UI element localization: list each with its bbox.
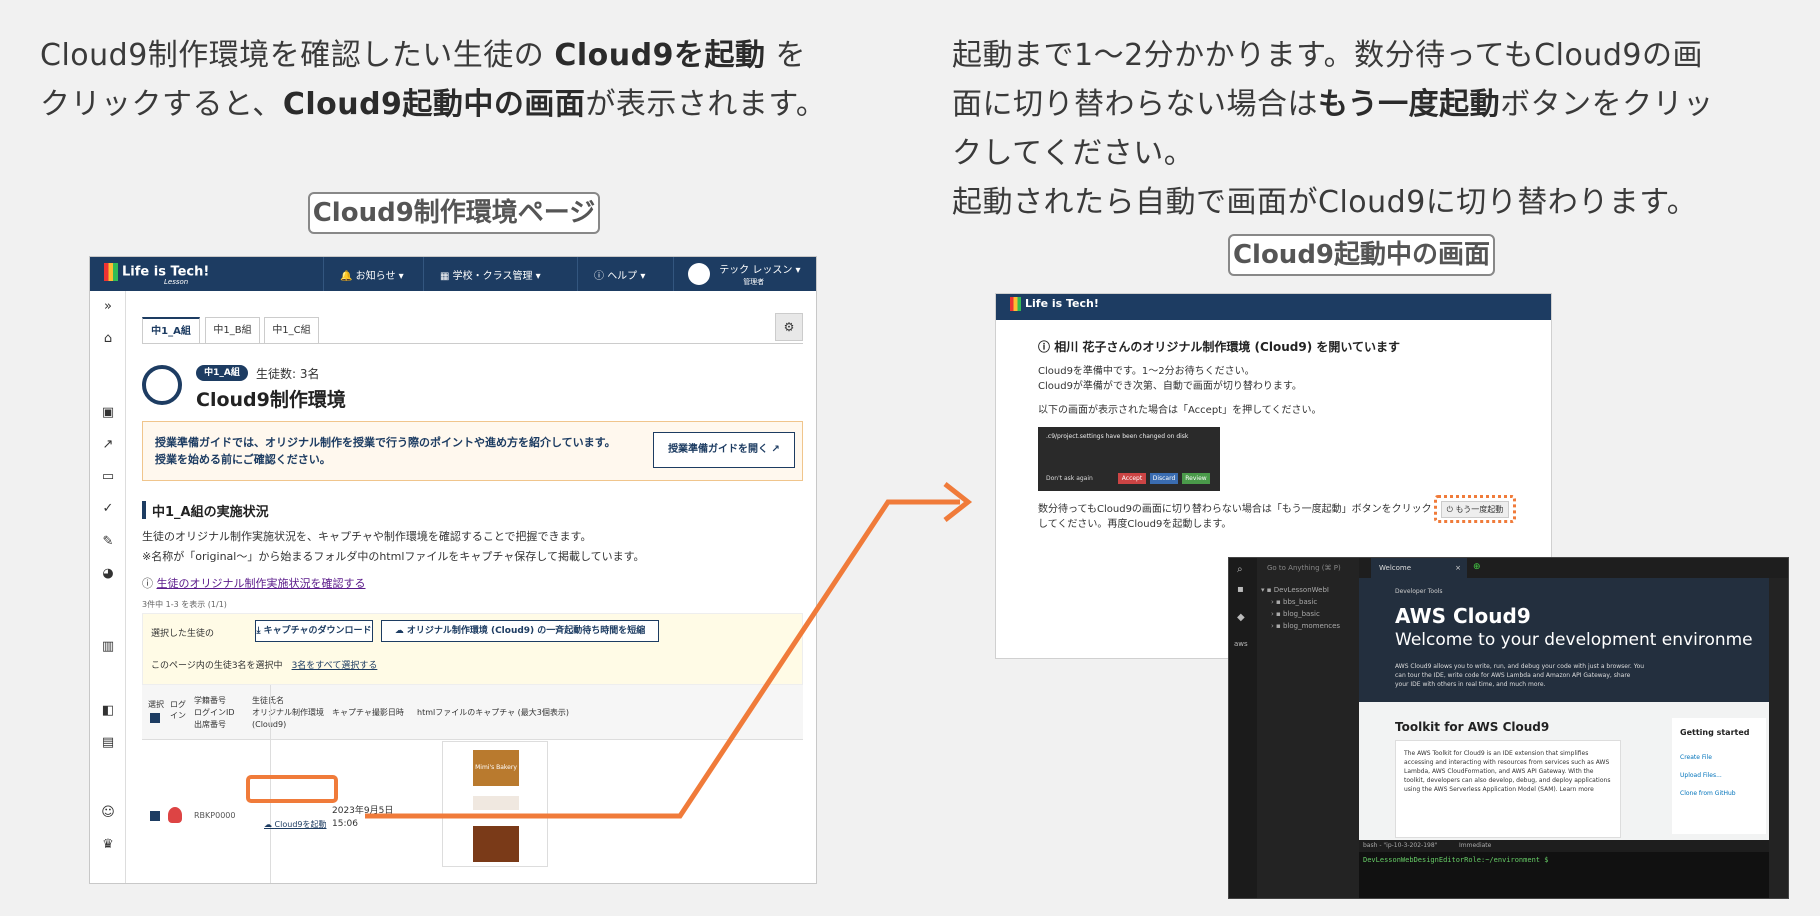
terminal-tabbar: bash - "ip-10-3-202-198" Immediate [1359, 840, 1769, 852]
tab-immediate[interactable]: Immediate [1459, 842, 1491, 849]
goto-search[interactable]: Go to Anything (⌘ P) [1267, 564, 1341, 572]
folder-root[interactable]: ▾ ▪ DevLessonWebI [1261, 586, 1329, 594]
ide-sidebar: ⌕ ▪ ◆ aws [1229, 558, 1257, 898]
toolkit-title: Toolkit for AWS Cloud9 [1395, 720, 1550, 734]
git-icon[interactable]: ◆ [1237, 612, 1245, 623]
aws-subtitle: Welcome to your development environme [1395, 630, 1753, 650]
clone-github-link[interactable]: Clone from GitHub [1680, 790, 1736, 797]
settings-dialog-image: .c9/project.settings have been changed o… [1038, 427, 1220, 491]
top-nav: Life is Tech! [996, 294, 1551, 320]
launch-heading: ⓘ 相川 花子さんのオリジナル制作環境 (Cloud9) を開いています [1038, 340, 1400, 354]
tab-welcome[interactable]: Welcome × [1371, 558, 1467, 578]
aws-cloud9-screenshot: ⌕ ▪ ◆ aws Go to Anything (⌘ P) ▾ ▪ DevLe… [1228, 557, 1789, 899]
editor-tabbar: Welcome × ⊕ [1359, 558, 1788, 578]
highlight-relaunch [1434, 495, 1516, 523]
tab-bash[interactable]: bash - "ip-10-3-202-198" [1363, 842, 1437, 849]
launch-text: Cloud9を準備中です。1〜2分お待ちください。 Cloud9が準備ができ次第… [1038, 366, 1322, 416]
create-file-link[interactable]: Create File [1680, 754, 1712, 761]
search-icon[interactable]: ⌕ [1237, 564, 1243, 575]
folder-icon[interactable]: ▪ [1237, 584, 1244, 595]
upload-files-link[interactable]: Upload Files... [1680, 772, 1722, 779]
info-icon: ⓘ [1038, 340, 1051, 354]
folder-item[interactable]: › ▪ blog_basic [1271, 610, 1320, 618]
toolkit-card: The AWS Toolkit for Cloud9 is an IDE ext… [1395, 740, 1621, 838]
aws-title: AWS Cloud9 [1395, 604, 1531, 628]
logo: Life is Tech! [1010, 297, 1099, 311]
add-tab-icon[interactable]: ⊕ [1473, 562, 1481, 572]
retry-text: 数分待ってもCloud9の画面に切り替わらない場合は「もう一度起動」ボタンをクリ… [1038, 504, 1432, 530]
getting-started-panel: Getting started Create File Upload Files… [1672, 718, 1766, 834]
folder-item[interactable]: › ▪ bbs_basic [1271, 598, 1317, 606]
terminal[interactable]: DevLessonWebDesignEditorRole:~/environme… [1359, 852, 1769, 898]
folder-item[interactable]: › ▪ blog_momences [1271, 622, 1340, 630]
aws-icon[interactable]: aws [1234, 640, 1248, 648]
